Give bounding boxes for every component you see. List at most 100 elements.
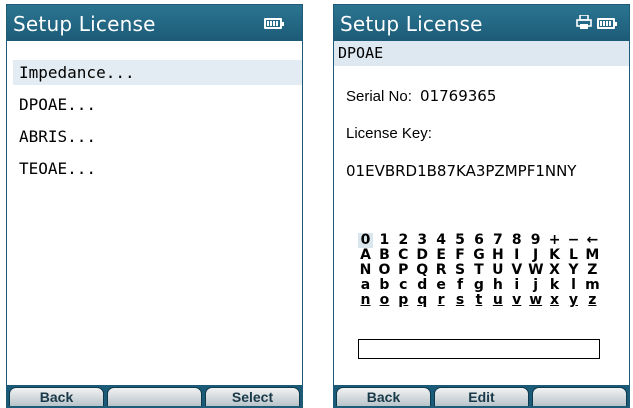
battery-icon bbox=[597, 18, 617, 29]
char-key[interactable]: t bbox=[471, 293, 486, 308]
char-key[interactable]: 1 bbox=[377, 233, 392, 248]
char-key[interactable]: k bbox=[547, 278, 562, 293]
title-bar: Setup License bbox=[334, 5, 629, 41]
menu-item-impedance[interactable]: Impedance... bbox=[13, 60, 302, 85]
char-key[interactable]: 2 bbox=[396, 233, 411, 248]
serial-label: Serial No: bbox=[346, 88, 412, 105]
serial-value: 01769365 bbox=[420, 87, 497, 105]
blank-softkey[interactable] bbox=[107, 387, 202, 406]
char-key[interactable]: d bbox=[415, 278, 430, 293]
char-key[interactable]: Q bbox=[415, 263, 430, 278]
char-key[interactable]: Z bbox=[585, 263, 600, 278]
char-key[interactable]: s bbox=[453, 293, 468, 308]
char-key[interactable]: u bbox=[490, 293, 505, 308]
char-key[interactable]: C bbox=[396, 248, 411, 263]
char-key[interactable]: o bbox=[377, 293, 392, 308]
char-key[interactable]: V bbox=[509, 263, 524, 278]
char-key[interactable]: 7 bbox=[490, 233, 505, 248]
license-key-value: 01EVBRD1B87KA3PZMPF1NNY bbox=[346, 162, 577, 180]
char-key[interactable]: p bbox=[396, 293, 411, 308]
char-key[interactable]: g bbox=[471, 278, 486, 293]
back-softkey[interactable]: Back bbox=[9, 387, 104, 406]
char-key[interactable]: A bbox=[358, 248, 373, 263]
char-key[interactable]: v bbox=[509, 293, 524, 308]
license-key-label: License Key: bbox=[346, 125, 432, 142]
char-key[interactable]: U bbox=[490, 263, 505, 278]
device-screen-license-entry: Setup License DPOAE Serial No: 01769365 … bbox=[333, 4, 630, 408]
char-key[interactable]: w bbox=[528, 293, 543, 308]
softkey-bar: Back Edit bbox=[334, 385, 629, 407]
char-key[interactable]: x bbox=[547, 293, 562, 308]
char-key[interactable]: O bbox=[377, 263, 392, 278]
char-key[interactable]: a bbox=[358, 278, 373, 293]
char-key[interactable]: 5 bbox=[453, 233, 468, 248]
char-key[interactable]: + bbox=[547, 233, 562, 248]
char-key[interactable]: 4 bbox=[434, 233, 449, 248]
charset-row: ABCDEFGHIJKLM bbox=[358, 248, 600, 263]
char-key[interactable]: f bbox=[453, 278, 468, 293]
char-key[interactable]: y bbox=[566, 293, 581, 308]
char-key[interactable]: i bbox=[509, 278, 524, 293]
select-softkey[interactable]: Select bbox=[205, 387, 300, 406]
back-softkey[interactable]: Back bbox=[336, 387, 431, 406]
module-subheader: DPOAE bbox=[334, 41, 629, 66]
char-key[interactable]: I bbox=[509, 248, 524, 263]
char-key[interactable]: 0 bbox=[358, 233, 373, 248]
device-screen-license-list: Setup License Impedance... DPOAE... ABRI… bbox=[6, 4, 303, 408]
char-key[interactable]: c bbox=[396, 278, 411, 293]
char-key[interactable]: H bbox=[490, 248, 505, 263]
char-key[interactable]: m bbox=[585, 278, 600, 293]
char-key[interactable]: 3 bbox=[415, 233, 430, 248]
char-key[interactable]: L bbox=[566, 248, 581, 263]
menu-item-abris[interactable]: ABRIS... bbox=[13, 124, 302, 149]
char-key[interactable]: Y bbox=[566, 263, 581, 278]
char-key[interactable]: W bbox=[528, 263, 543, 278]
menu-item-dpoae[interactable]: DPOAE... bbox=[13, 92, 302, 117]
char-key[interactable]: 9 bbox=[528, 233, 543, 248]
character-picker: 0 1 2 3 4 5 6 7 8 9 + − ← A B C D E F G H I J K L M N O P Q R S T U V W X Y Za… bbox=[358, 233, 600, 308]
printer-icon bbox=[576, 15, 592, 29]
battery-icon bbox=[264, 18, 284, 29]
screen-title: Setup License bbox=[13, 12, 156, 36]
charset-row: NOPQRSTUVWXYZ bbox=[358, 263, 600, 278]
charset-row: nopqrstuvwxyz bbox=[358, 293, 600, 308]
charset-row: abcdefghijklm bbox=[358, 278, 600, 293]
char-key[interactable]: − bbox=[566, 233, 581, 248]
charset-row: 0 1 2 3 4 5 6 7 8 9 + − ← bbox=[358, 233, 600, 248]
char-key[interactable]: N bbox=[358, 263, 373, 278]
char-key[interactable]: K bbox=[547, 248, 562, 263]
char-key[interactable]: n bbox=[358, 293, 373, 308]
char-key[interactable]: r bbox=[434, 293, 449, 308]
char-key[interactable]: D bbox=[415, 248, 430, 263]
char-key[interactable]: h bbox=[490, 278, 505, 293]
char-key[interactable]: X bbox=[547, 263, 562, 278]
char-key[interactable]: P bbox=[396, 263, 411, 278]
char-key[interactable]: q bbox=[415, 293, 430, 308]
char-key[interactable]: R bbox=[434, 263, 449, 278]
char-key[interactable]: F bbox=[453, 248, 468, 263]
serial-number-row: Serial No: 01769365 bbox=[346, 87, 496, 105]
char-key[interactable]: ← bbox=[585, 233, 600, 248]
char-key[interactable]: G bbox=[471, 248, 486, 263]
title-bar: Setup License bbox=[7, 5, 302, 41]
char-key[interactable]: E bbox=[434, 248, 449, 263]
char-key[interactable]: b bbox=[377, 278, 392, 293]
menu-item-teoae[interactable]: TEOAE... bbox=[13, 156, 302, 181]
char-key[interactable]: z bbox=[585, 293, 600, 308]
char-key[interactable]: M bbox=[585, 248, 600, 263]
char-key[interactable]: T bbox=[471, 263, 486, 278]
screen-title: Setup License bbox=[340, 12, 483, 36]
char-key[interactable]: j bbox=[528, 278, 543, 293]
char-key[interactable]: l bbox=[566, 278, 581, 293]
license-menu: Impedance... DPOAE... ABRIS... TEOAE... bbox=[13, 60, 302, 188]
license-entry-input[interactable] bbox=[358, 339, 600, 359]
char-key[interactable]: B bbox=[377, 248, 392, 263]
char-key[interactable]: e bbox=[434, 278, 449, 293]
softkey-bar: Back Select bbox=[7, 385, 302, 407]
blank-softkey[interactable] bbox=[532, 387, 627, 406]
char-key[interactable]: J bbox=[528, 248, 543, 263]
char-key[interactable]: 8 bbox=[509, 233, 524, 248]
edit-softkey[interactable]: Edit bbox=[434, 387, 529, 406]
char-key[interactable]: 6 bbox=[471, 233, 486, 248]
char-key[interactable]: S bbox=[453, 263, 468, 278]
